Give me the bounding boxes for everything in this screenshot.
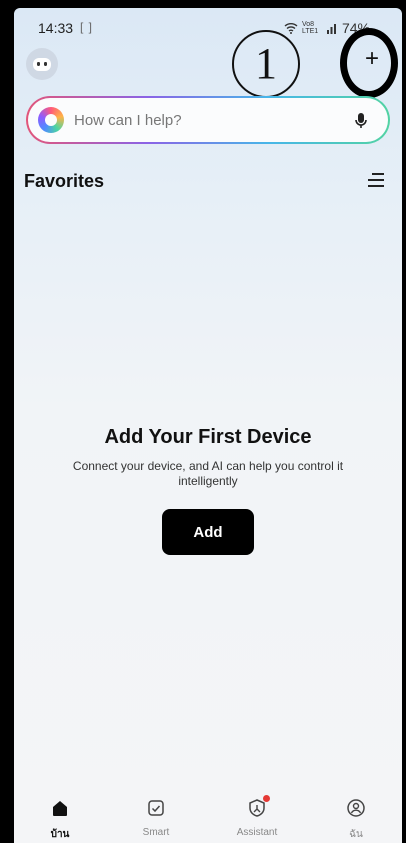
ai-orb-icon <box>38 107 64 133</box>
app-screen: 14:33 [ ] Vo8 LTE1 74% 1 + How can I hel… <box>14 8 402 843</box>
profile-icon <box>347 799 365 817</box>
empty-state-description: Connect your device, and AI can help you… <box>72 459 344 488</box>
smart-checkbox-icon <box>148 800 164 816</box>
menu-icon[interactable] <box>368 172 384 188</box>
nav-item-assistant[interactable]: Assistant <box>217 795 297 838</box>
nav-label-profile: ฉัน <box>349 829 363 840</box>
signal-icon <box>326 24 336 34</box>
device-frame: 14:33 [ ] Vo8 LTE1 74% 1 + How can I hel… <box>0 0 406 843</box>
notification-badge <box>263 795 270 802</box>
status-time: 14:33 <box>38 20 74 36</box>
step-number: 1 <box>255 39 277 88</box>
plus-icon: + <box>364 45 379 72</box>
favorites-heading: Favorites <box>24 171 105 191</box>
nav-label-assistant: Assistant <box>236 827 278 838</box>
nav-item-home[interactable]: บ้าน <box>20 795 100 842</box>
home-icon <box>53 801 67 816</box>
network-label: Vo8 LTE1 <box>301 21 319 35</box>
search-bar[interactable] <box>26 96 390 144</box>
nav-item-profile[interactable]: ฉัน <box>316 795 396 842</box>
add-first-device-button[interactable]: Add <box>162 509 254 555</box>
empty-state-title: Add Your First Device <box>104 426 312 448</box>
step-annotation: 1 <box>232 30 300 98</box>
bottom-navigation: บ้าน Smart Assistant ฉัน <box>14 795 402 843</box>
status-extra: [ ] <box>80 20 94 34</box>
nav-label-home: บ้าน <box>50 829 70 840</box>
wifi-icon <box>284 23 298 34</box>
robot-face-icon <box>33 58 51 71</box>
nav-item-smart[interactable]: Smart <box>116 795 196 838</box>
nav-label-smart: Smart <box>142 827 170 838</box>
add-device-button[interactable]: + <box>361 45 383 72</box>
microphone-icon[interactable] <box>354 112 368 130</box>
search-input[interactable] <box>72 110 346 130</box>
avatar[interactable] <box>26 48 58 80</box>
status-bar: 14:33 [ ] Vo8 LTE1 74% <box>14 18 402 40</box>
